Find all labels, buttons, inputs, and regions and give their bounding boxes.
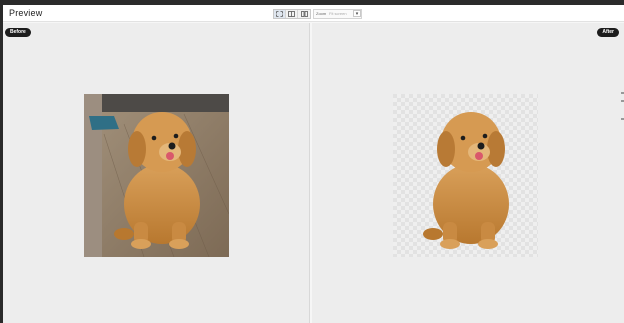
preview-header: Preview Zoom Fit screen ▾ [3, 5, 624, 22]
before-pane: Before [3, 23, 310, 323]
preview-window: Preview Zoom Fit screen ▾ Before After [3, 5, 624, 323]
view-split-button[interactable] [286, 10, 298, 18]
fit-view-icon [276, 11, 283, 17]
original-photo [84, 94, 229, 257]
after-badge: After [597, 28, 619, 37]
view-fit-button[interactable] [274, 10, 286, 18]
split-view-icon [288, 11, 295, 17]
view-side-by-side-button[interactable] [298, 10, 310, 18]
zoom-value: Fit screen [329, 11, 347, 16]
after-pane: After [312, 23, 624, 323]
before-badge: Before [5, 28, 31, 37]
cutout-image [393, 94, 538, 257]
page-title: Preview [9, 8, 43, 18]
view-mode-group [273, 9, 311, 19]
chevron-down-icon[interactable]: ▾ [353, 10, 361, 17]
zoom-label: Zoom [316, 11, 327, 16]
side-by-side-icon [300, 11, 308, 17]
